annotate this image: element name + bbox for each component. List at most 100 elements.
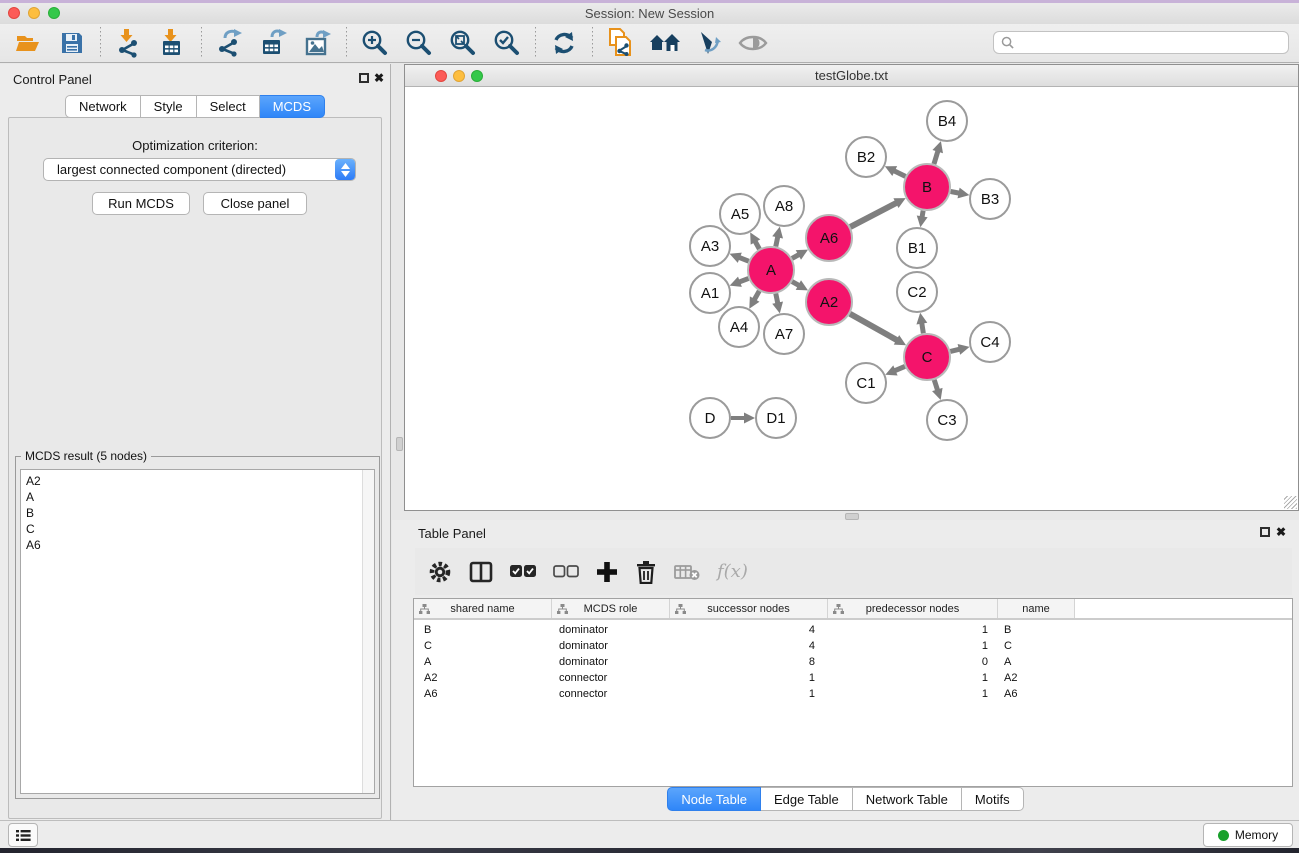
export-image-icon[interactable]	[301, 26, 335, 60]
table-row[interactable]: A2 connector 1 1 A2	[414, 670, 1292, 686]
tab-style[interactable]: Style	[141, 95, 197, 118]
graph-edge-arrow	[932, 141, 943, 153]
table-settings-gear-icon[interactable]	[428, 560, 452, 584]
delete-column-trash-icon[interactable]	[635, 560, 657, 584]
search-input[interactable]	[1019, 34, 1280, 52]
paint-style-icon[interactable]	[692, 26, 726, 60]
graph-edge-B-B2[interactable]	[893, 170, 906, 176]
tab-node-table[interactable]: Node Table	[667, 787, 761, 811]
graph-node-label-A5: A5	[731, 206, 749, 223]
window-resize-handle[interactable]	[1284, 496, 1297, 509]
table-row[interactable]: A6 connector 1 1 A6	[414, 686, 1292, 702]
import-table-icon[interactable]	[156, 26, 190, 60]
graph-node-label-A3: A3	[701, 238, 719, 255]
network-window-titlebar[interactable]: testGlobe.txt	[405, 65, 1298, 87]
main-toolbar	[0, 24, 1299, 63]
result-item[interactable]: A6	[21, 537, 374, 553]
close-panel-button[interactable]: Close panel	[203, 192, 307, 215]
graph-edge-arrow	[916, 313, 927, 325]
table-row[interactable]: C dominator 4 1 C	[414, 638, 1292, 654]
task-history-button[interactable]	[8, 823, 38, 847]
tab-mcds[interactable]: MCDS	[260, 95, 325, 118]
toolbar-separator	[535, 27, 536, 59]
function-builder-icon: f(x)	[717, 561, 748, 582]
mcds-result-list[interactable]: A2 A B C A6	[20, 469, 375, 794]
run-mcds-button[interactable]: Run MCDS	[92, 192, 190, 215]
result-item[interactable]: B	[21, 505, 374, 521]
graph-edge-arrow	[772, 227, 783, 239]
tab-network-table[interactable]: Network Table	[853, 787, 962, 811]
zoom-fit-icon[interactable]	[446, 26, 480, 60]
export-table-icon[interactable]	[257, 26, 291, 60]
save-session-icon[interactable]	[55, 26, 89, 60]
tab-select[interactable]: Select	[197, 95, 260, 118]
result-scrollbar[interactable]	[362, 470, 374, 793]
zoom-in-icon[interactable]	[358, 26, 392, 60]
table-panel-tabs: Node Table Edge Table Network Table Moti…	[392, 787, 1299, 811]
float-panel-icon[interactable]	[359, 73, 369, 83]
column-header-mcds-role[interactable]: MCDS role	[552, 599, 670, 618]
column-header-name[interactable]: name	[998, 599, 1075, 618]
refresh-icon[interactable]	[547, 26, 581, 60]
result-item[interactable]: A2	[21, 470, 374, 489]
control-panel-title: Control Panel	[13, 72, 92, 87]
graph-edge-A2-C[interactable]	[850, 314, 898, 341]
graph-edge-A6-B[interactable]	[850, 202, 897, 227]
graph-node-label-A7: A7	[775, 326, 793, 343]
select-all-checkboxes-icon[interactable]	[510, 565, 536, 578]
graph-node-label-A6: A6	[820, 230, 838, 247]
title-bar[interactable]: Session: New Session	[0, 3, 1299, 24]
search-field[interactable]	[993, 31, 1289, 54]
table-row[interactable]: B dominator 4 1 B	[414, 620, 1292, 638]
clone-network-icon[interactable]	[604, 26, 638, 60]
float-table-panel-icon[interactable]	[1260, 527, 1270, 537]
zoom-selected-icon[interactable]	[490, 26, 524, 60]
graph-node-label-A: A	[766, 262, 776, 279]
mcds-result-group: MCDS result (5 nodes) A2 A B C A6	[15, 456, 380, 799]
table-panel: Table Panel ✖ f(x)	[392, 520, 1299, 820]
tab-motifs[interactable]: Motifs	[962, 787, 1024, 811]
memory-button[interactable]: Memory	[1203, 823, 1293, 847]
show-columns-icon[interactable]	[469, 560, 493, 584]
home-icon[interactable]	[648, 26, 682, 60]
desktop-background-bottom	[0, 848, 1299, 853]
close-panel-icon[interactable]: ✖	[374, 71, 384, 85]
eye-icon[interactable]	[736, 26, 770, 60]
attribute-tree-icon	[557, 604, 568, 615]
result-item[interactable]: C	[21, 521, 374, 537]
graph-node-label-D1: D1	[766, 410, 785, 427]
graph-node-label-B: B	[922, 179, 932, 196]
mcds-result-title: MCDS result (5 nodes)	[21, 449, 151, 463]
graph-edge-B-B4[interactable]	[934, 150, 938, 164]
status-bar: Memory	[0, 820, 1299, 848]
column-header-successor-nodes[interactable]: successor nodes	[670, 599, 828, 618]
graph-node-label-C2: C2	[907, 284, 926, 301]
optimization-criterion-label: Optimization criterion:	[9, 138, 381, 153]
table-row[interactable]: A dominator 8 0 A	[414, 654, 1292, 670]
graph-edge-arrow	[917, 216, 928, 228]
graph-node-label-A1: A1	[701, 285, 719, 302]
attribute-tree-icon	[833, 604, 844, 615]
close-table-panel-icon[interactable]: ✖	[1276, 525, 1286, 539]
horizontal-split-handle[interactable]	[845, 513, 859, 520]
column-header-shared-name[interactable]: shared name	[414, 599, 552, 618]
table-body: B dominator 4 1 B C dominator 4 1 C A do…	[414, 620, 1292, 702]
import-network-icon[interactable]	[112, 26, 146, 60]
tab-edge-table[interactable]: Edge Table	[761, 787, 853, 811]
table-header-row: shared name MCDS role successor nodes pr…	[414, 599, 1292, 620]
graph-node-label-D: D	[705, 410, 716, 427]
open-file-icon[interactable]	[11, 26, 45, 60]
criterion-dropdown[interactable]: largest connected component (directed)	[43, 158, 356, 181]
table-toolbar: f(x)	[415, 548, 1292, 595]
zoom-out-icon[interactable]	[402, 26, 436, 60]
tab-network[interactable]: Network	[65, 95, 141, 118]
export-network-icon[interactable]	[213, 26, 247, 60]
vertical-split-handle[interactable]	[396, 437, 403, 451]
result-item[interactable]: A	[21, 489, 374, 505]
deselect-all-checkboxes-icon[interactable]	[553, 565, 579, 578]
add-column-icon[interactable]	[596, 561, 618, 583]
column-header-predecessor-nodes[interactable]: predecessor nodes	[828, 599, 998, 618]
graph-edge-arrow	[744, 413, 755, 424]
network-canvas[interactable]: B4B2BB3A5A8A6A3B1AC2A1A2A4A7C4CC1DD1C3	[405, 88, 1298, 510]
node-table[interactable]: shared name MCDS role successor nodes pr…	[413, 598, 1293, 787]
